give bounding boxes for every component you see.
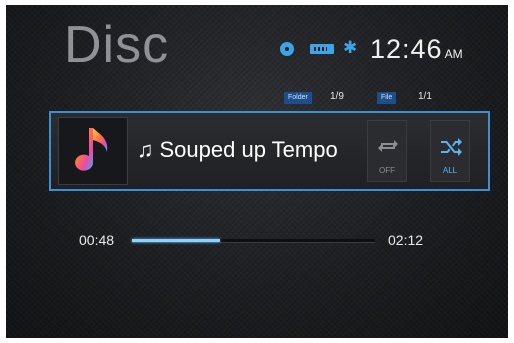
progress-bar[interactable] (132, 239, 375, 243)
file-count: 1/1 (418, 91, 432, 102)
repeat-button[interactable]: OFF (367, 120, 407, 182)
now-playing-panel[interactable]: ♫ Souped up Tempo OFF ALL (49, 111, 490, 191)
media-player-screen: Disc ✱ 12:46 AM Folder 1/9 File 1/1 ♫ So… (6, 5, 508, 338)
album-art-icon (75, 128, 108, 171)
clock-meridiem: AM (444, 47, 463, 61)
album-art (58, 117, 128, 185)
bluetooth-icon: ✱ (343, 38, 358, 57)
progress-row: 00:48 02:12 (6, 230, 508, 250)
clock: 12:46 AM (370, 34, 463, 69)
repeat-label: OFF (379, 166, 395, 175)
status-bar: ✱ 12:46 AM (6, 34, 508, 64)
usb-icon (310, 44, 334, 54)
shuffle-icon (431, 135, 469, 157)
track-title-row: ♫ Souped up Tempo (137, 135, 338, 165)
folder-label: Folder (284, 92, 312, 104)
total-time: 02:12 (388, 232, 424, 248)
disc-icon (280, 42, 294, 56)
clock-time: 12:46 (370, 34, 443, 64)
music-note-icon: ♫ (137, 137, 154, 162)
elapsed-time: 00:48 (79, 232, 115, 248)
shuffle-label: ALL (442, 166, 458, 175)
file-label: File (377, 92, 397, 104)
track-name: Souped up Tempo (159, 137, 338, 162)
track-counters: Folder 1/9 File 1/1 (6, 91, 508, 105)
progress-fill (132, 239, 221, 242)
folder-count: 1/9 (330, 91, 344, 102)
repeat-icon (368, 135, 406, 157)
shuffle-button[interactable]: ALL (430, 120, 470, 182)
